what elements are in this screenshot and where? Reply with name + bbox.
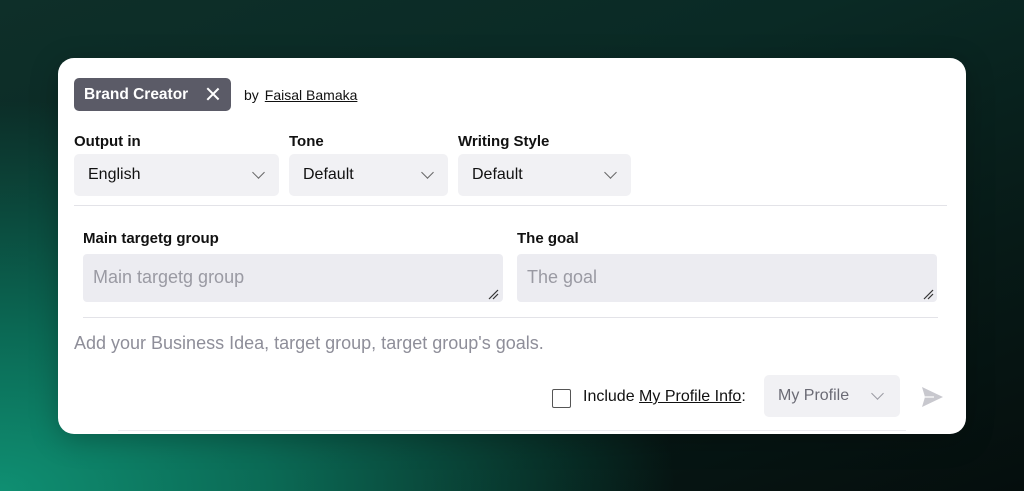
- chevron-down-icon: [871, 387, 884, 400]
- chevron-down-icon: [252, 166, 265, 179]
- goal-input[interactable]: [517, 254, 937, 302]
- output-language-label: Output in: [74, 133, 141, 150]
- writing-style-value: Default: [472, 166, 523, 183]
- author-row: by Faisal Bamaka: [244, 87, 357, 103]
- divider: [83, 317, 938, 318]
- my-profile-info-link[interactable]: My Profile Info: [639, 388, 741, 405]
- divider: [74, 205, 947, 206]
- send-icon[interactable]: [920, 386, 944, 408]
- resize-grip-icon[interactable]: [922, 288, 934, 300]
- goal-label: The goal: [517, 230, 579, 247]
- chevron-down-icon: [421, 166, 434, 179]
- output-language-select[interactable]: English: [74, 154, 279, 196]
- tone-label: Tone: [289, 133, 324, 150]
- profile-select-value: My Profile: [778, 387, 850, 404]
- include-profile-checkbox[interactable]: [552, 389, 571, 408]
- close-icon[interactable]: [205, 86, 221, 102]
- by-label: by: [244, 87, 259, 103]
- profile-select[interactable]: My Profile: [764, 375, 900, 417]
- writing-style-select[interactable]: Default: [458, 154, 631, 196]
- target-group-label: Main targetg group: [83, 230, 219, 247]
- card-bottom-edge: [118, 430, 906, 431]
- chevron-down-icon: [604, 166, 617, 179]
- author-link[interactable]: Faisal Bamaka: [265, 87, 358, 103]
- writing-style-label: Writing Style: [458, 133, 550, 150]
- prompt-card: Brand Creator by Faisal Bamaka Output in …: [58, 58, 966, 434]
- include-prefix: Include: [583, 388, 640, 405]
- output-language-value: English: [88, 166, 141, 183]
- include-profile-label: Include My Profile Info:: [583, 388, 746, 406]
- tone-select[interactable]: Default: [289, 154, 448, 196]
- tone-value: Default: [303, 166, 354, 183]
- prompt-name: Brand Creator: [84, 85, 189, 103]
- target-group-input[interactable]: [83, 254, 503, 302]
- prompt-name-chip: Brand Creator: [74, 78, 231, 111]
- include-suffix: :: [741, 388, 746, 405]
- prompt-hint-text[interactable]: Add your Business Idea, target group, ta…: [74, 333, 544, 354]
- resize-grip-icon[interactable]: [487, 288, 499, 300]
